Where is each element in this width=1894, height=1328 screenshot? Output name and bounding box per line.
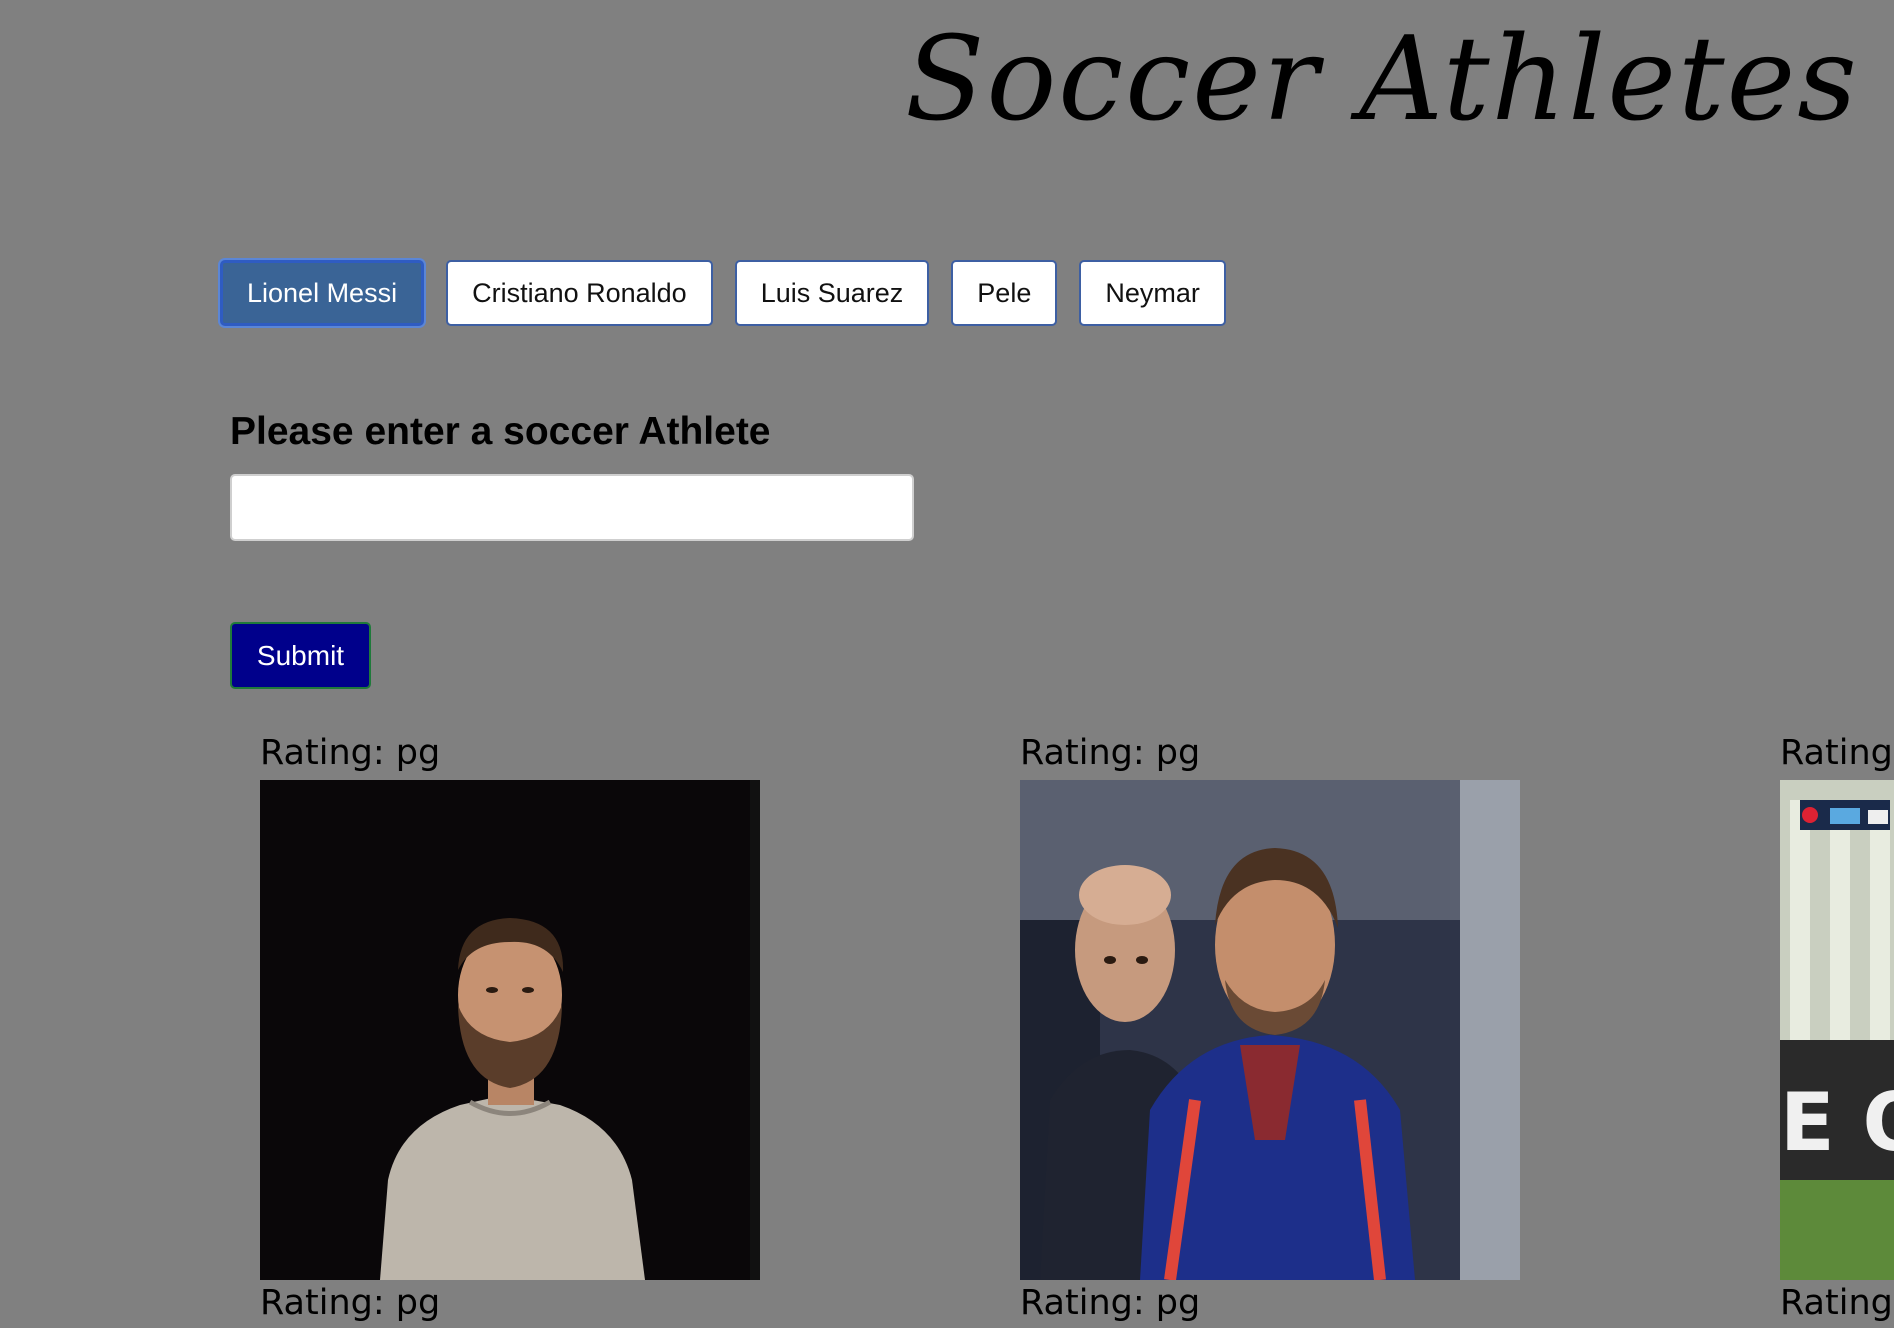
athlete-input[interactable] — [230, 474, 914, 541]
athlete-button-pele[interactable]: Pele — [951, 260, 1058, 326]
athlete-button-cristiano-ronaldo[interactable]: Cristiano Ronaldo — [446, 260, 713, 326]
rating-label: Rating: pg — [1020, 1283, 1201, 1323]
athlete-button-row: Lionel Messi Cristiano Ronaldo Luis Suar… — [220, 260, 1226, 326]
messi-bench-image — [1020, 780, 1520, 1280]
athlete-input-label: Please enter a soccer Athlete — [230, 410, 771, 453]
page-title: Soccer Athletes — [905, 12, 1859, 147]
rating-label: Rating: pg — [260, 1283, 441, 1323]
rating-label: Rating: pg — [1780, 733, 1894, 773]
rating-label: Rating: pg — [1020, 733, 1201, 773]
gif-card: Rating: pg E O Rating: pg — [1780, 728, 1894, 1328]
submit-button[interactable]: Submit — [230, 622, 371, 689]
messi-portrait-image — [260, 780, 760, 1280]
athlete-button-lionel-messi[interactable]: Lionel Messi — [220, 260, 425, 326]
gif-image: E O — [1780, 780, 1894, 1280]
gif-card: Rating: pg Rating: pg — [1020, 728, 1520, 1328]
stadium-scene-image: E O — [1780, 780, 1894, 1280]
rating-label: Rating: pg — [260, 733, 441, 773]
rating-label: Rating: pg — [1780, 1283, 1894, 1323]
gif-image — [1020, 780, 1520, 1280]
athlete-button-luis-suarez[interactable]: Luis Suarez — [734, 260, 930, 326]
gif-image — [260, 780, 760, 1280]
athlete-button-neymar[interactable]: Neymar — [1079, 260, 1226, 326]
svg-text:E O: E O — [1780, 1076, 1894, 1169]
gif-card: Rating: pg Rating: pg — [260, 728, 760, 1328]
